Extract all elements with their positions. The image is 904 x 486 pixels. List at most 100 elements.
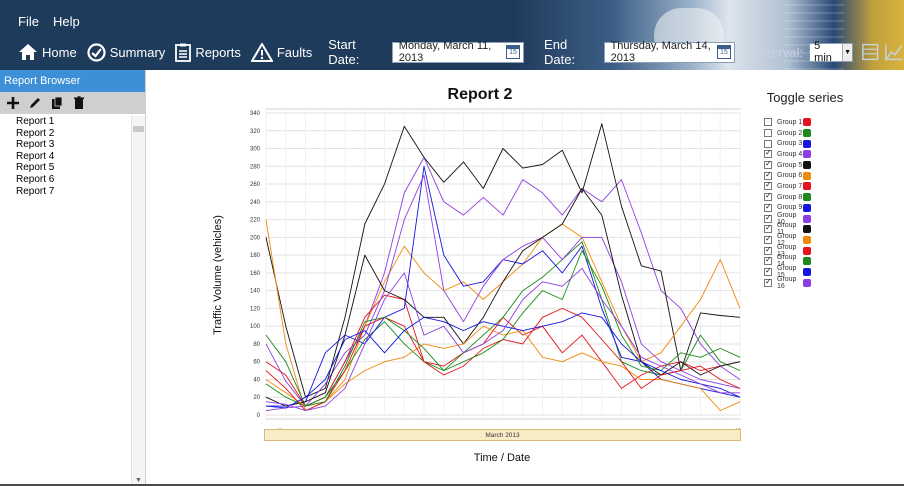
legend-label: Group 6 (777, 172, 803, 180)
interval-select[interactable]: 5 min ▼ (809, 40, 854, 64)
chart-title: Report 2 (447, 86, 513, 103)
end-date-field[interactable]: Thursday, March 14, 2013 15 (603, 40, 735, 64)
report-list-item[interactable]: Report 6 (0, 174, 130, 186)
legend-color-swatch (803, 235, 811, 244)
calendar-icon[interactable]: 15 (716, 45, 731, 59)
app-window: File Help Home Summary Reports Faults St… (0, 0, 904, 486)
series-checkbox[interactable] (764, 202, 772, 212)
y-tick-label: 300 (250, 147, 261, 153)
report-list-item[interactable]: Report 7 (0, 186, 130, 198)
calendar-day: 15 (509, 49, 517, 56)
summary-button[interactable]: Summary (87, 42, 166, 62)
legend-label: Group 8 (777, 193, 803, 201)
report-list-item[interactable]: Report 5 (0, 162, 130, 174)
header-bar: File Help Home Summary Reports Faults St… (0, 0, 904, 70)
edit-icon[interactable] (28, 96, 42, 110)
series-checkbox[interactable] (764, 245, 772, 255)
end-date-label: End Date: (544, 37, 576, 67)
legend-label: Group 2 (777, 129, 803, 137)
series-checkbox[interactable] (764, 223, 772, 234)
start-date-label: Start Date: (328, 37, 360, 67)
report-list-item[interactable]: Report 1 (0, 116, 130, 128)
home-button[interactable]: Home (18, 43, 77, 61)
series-checkbox[interactable] (764, 255, 772, 266)
y-axis-title: Traffic Volume (vehicles) (212, 215, 224, 335)
series-checkbox[interactable] (764, 191, 772, 202)
menu-help[interactable]: Help (53, 14, 80, 29)
series-checkbox[interactable] (764, 213, 772, 223)
series-checkbox[interactable] (764, 148, 772, 159)
report-browser-panel: Report Browser Report 1 Report 2 Report 3R… (0, 70, 146, 486)
series-checkbox[interactable] (764, 266, 772, 276)
series-checkbox[interactable] (764, 118, 772, 127)
legend-color-swatch (803, 257, 811, 266)
legend-row[interactable]: Group 1 (764, 117, 811, 128)
table-view-icon[interactable] (861, 42, 880, 62)
home-label: Home (42, 44, 77, 60)
legend-label: Group 7 (777, 182, 803, 190)
report-list-item[interactable]: Report 3 (0, 139, 130, 151)
toolbar: Home Summary Reports Faults Start Date: … (18, 37, 904, 67)
reports-label: Reports (195, 44, 241, 60)
report-list-scrollbar[interactable]: ▼ (131, 116, 145, 486)
series-checkbox[interactable] (764, 234, 772, 244)
series-legend: Group 1 Group 2 Group 3 Group 4 Group 5 Group… (764, 117, 811, 290)
scrollbar-thumb[interactable] (133, 126, 144, 132)
y-tick-label: 20 (253, 395, 260, 401)
y-tick-label: 80 (253, 342, 260, 348)
legend-row[interactable]: Group 16 (764, 276, 811, 290)
report-browser-toolbar (0, 92, 145, 114)
y-tick-label: 260 (250, 182, 261, 188)
legend-row[interactable]: Group 2 (764, 128, 811, 139)
legend-color-swatch (803, 267, 811, 276)
y-tick-label: 140 (250, 289, 261, 295)
scroll-down-icon[interactable]: ▼ (135, 477, 142, 484)
series-checkbox[interactable] (764, 159, 772, 170)
copy-icon[interactable] (50, 96, 64, 110)
calendar-day: 15 (720, 49, 728, 56)
summary-label: Summary (109, 44, 166, 60)
series-checkbox[interactable] (764, 129, 772, 138)
chart-view-icon[interactable] (884, 42, 904, 62)
start-date-field[interactable]: Monday, March 11, 2013 15 (391, 40, 525, 64)
menu-bar: File Help (18, 14, 80, 29)
legend-title: Toggle series (766, 90, 844, 105)
faults-label: Faults (276, 44, 313, 60)
legend-color-swatch (803, 150, 811, 159)
y-tick-label: 60 (253, 360, 260, 366)
series-checkbox[interactable] (764, 277, 772, 287)
y-tick-label: 340 (250, 111, 261, 117)
report-list-item[interactable]: Report 2 (0, 128, 130, 140)
legend-color-swatch (803, 139, 811, 148)
add-icon[interactable] (6, 96, 20, 110)
interval-label: Interval: (756, 44, 804, 60)
legend-color-swatch (803, 118, 811, 127)
legend-color-swatch (803, 182, 811, 191)
delete-icon[interactable] (72, 96, 86, 110)
legend-label: Group 4 (777, 150, 803, 158)
y-tick-label: 0 (257, 413, 261, 419)
x-axis-month-band: March 2013 (264, 429, 741, 441)
x-axis-title: Time / Date (473, 452, 531, 464)
calendar-icon[interactable]: 15 (506, 45, 521, 59)
faults-button[interactable]: Faults (250, 42, 313, 62)
legend-color-swatch (803, 171, 811, 180)
legend-label: Group 3 (777, 140, 803, 148)
report-list-item[interactable]: Report 4 (0, 151, 130, 163)
y-tick-label: 320 (250, 129, 261, 135)
series-checkbox[interactable] (764, 180, 772, 191)
series-checkbox[interactable] (764, 139, 772, 148)
reports-icon (175, 43, 192, 62)
legend-color-swatch (803, 193, 811, 202)
home-icon (19, 44, 37, 60)
report-list: Report 1 Report 2 Report 3 Report 4 Report 5… (0, 116, 130, 197)
series-checkbox[interactable] (764, 170, 772, 180)
end-date-value: Thursday, March 14, 2013 (610, 40, 711, 64)
legend-color-swatch (803, 203, 811, 212)
menu-file[interactable]: File (18, 14, 39, 29)
legend-color-swatch (803, 225, 811, 234)
reports-button[interactable]: Reports (175, 43, 241, 62)
y-tick-label: 100 (250, 324, 261, 330)
legend-label: Group 9 (777, 204, 803, 212)
y-tick-label: 240 (250, 200, 261, 206)
